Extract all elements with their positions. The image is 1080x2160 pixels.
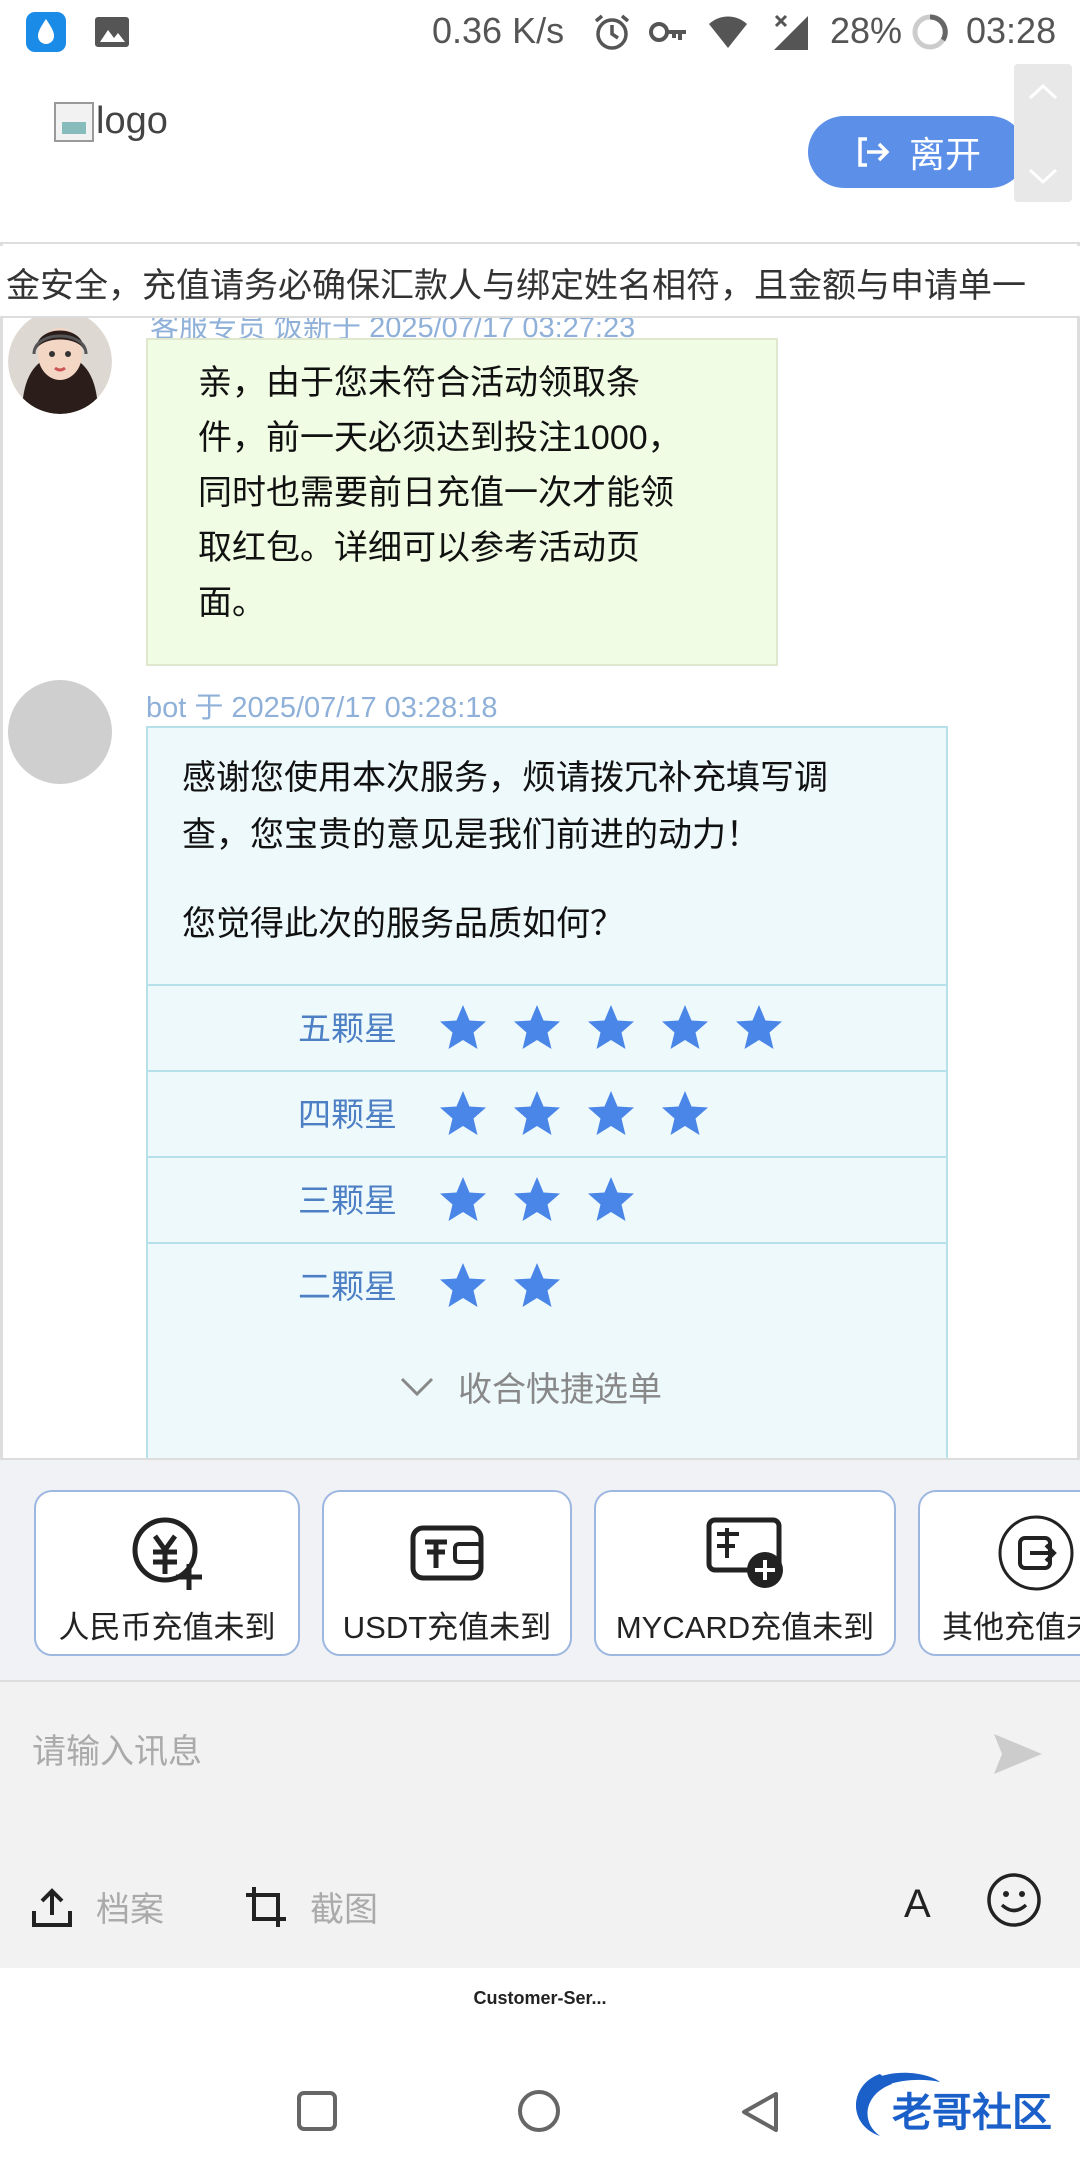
star-group (438, 1261, 562, 1311)
battery-percent: 28% (830, 10, 903, 51)
message-line: 查，您宝贵的意见是我们前进的动力！ (182, 816, 760, 854)
bot-avatar (8, 680, 112, 784)
signal-icon (774, 14, 808, 50)
star-icon (514, 1177, 560, 1221)
announcement-marquee: 金安全，充值请务必确保汇款人与绑定姓名相符，且金额与申请单一 (0, 246, 1080, 318)
star-icon (440, 1005, 486, 1049)
star-icon (440, 1177, 486, 1221)
upload-file-button[interactable]: 档案 (30, 1882, 164, 1931)
star-icon (736, 1005, 782, 1049)
quick-option-mycard-deposit[interactable]: MYCARD充值未到 (594, 1490, 896, 1656)
star-icon (662, 1091, 708, 1135)
chat-messages[interactable]: 客服专员 饭新于 2025/07/17 03:27:23 亲，由于您未符合活动领… (4, 318, 1076, 1458)
wifi-icon (709, 16, 747, 48)
scroll-arrows-icon (1028, 83, 1058, 185)
site-logo: logo (54, 100, 168, 143)
message-line: 同时也需要前日充值一次才能领 (198, 474, 674, 512)
vpn-key-icon (649, 22, 686, 42)
status-bar: 0.36 K/s 28% 03:28 (0, 0, 1080, 64)
rating-label: 二颗星 (298, 1267, 397, 1305)
rating-label: 三颗星 (298, 1181, 397, 1219)
star-group (438, 1003, 784, 1053)
star-icon (662, 1005, 708, 1049)
star-icon (588, 1177, 634, 1221)
quick-option-label: MYCARD充值未到 (615, 1610, 875, 1645)
rating-option-2[interactable]: 二颗星 (148, 1242, 946, 1328)
quick-option-label: 其他充值未 (942, 1610, 1080, 1645)
rating-option-3[interactable]: 三颗星 (148, 1156, 946, 1242)
rating-label: 四颗星 (298, 1095, 397, 1133)
system-nav-bar: 老哥社区 (0, 2050, 1080, 2160)
message-line: 件，前一天必须达到投注1000， (198, 419, 682, 457)
collapse-label: 收合快捷选单 (458, 1371, 662, 1409)
send-icon[interactable] (990, 1726, 1046, 1782)
gallery-icon (95, 17, 129, 47)
card-add-icon (706, 1517, 783, 1588)
clock: 03:28 (966, 10, 1057, 51)
dragon-watermark-icon: 老哥社区 (855, 2072, 1052, 2136)
quick-option-usdt-deposit[interactable]: USDT充值未到 (322, 1490, 572, 1656)
drop-app-icon (26, 12, 66, 52)
home-icon[interactable] (516, 2088, 562, 2134)
star-group (438, 1175, 636, 1225)
battery-icon (912, 14, 948, 50)
broken-image-icon (54, 101, 94, 142)
rating-option-4[interactable]: 四颗星 (148, 1070, 946, 1156)
watermark-text: 老哥社区 (892, 2090, 1052, 2136)
emoji-icon[interactable] (986, 1872, 1042, 1928)
network-speed: 0.36 K/s (432, 10, 565, 51)
font-icon: A (904, 1882, 931, 1926)
logo-alt-text: logo (96, 100, 168, 142)
message-line: 取红包。详细可以参考活动页 (198, 529, 640, 567)
star-icon (440, 1263, 486, 1307)
star-icon (588, 1091, 634, 1135)
message-line: 您觉得此次的服务品质如何？ (182, 905, 624, 943)
leave-label: 离开 (908, 134, 981, 175)
quick-options-bar: 人民币充值未到 USDT充值未到 MYCARD充值未到 其他充值未 (0, 1458, 1080, 1680)
collapse-quick-menu[interactable]: 收合快捷选单 (400, 1362, 662, 1411)
quick-option-label: USDT充值未到 (342, 1610, 552, 1645)
wallet-icon (410, 1525, 484, 1581)
message-line: 面。 (198, 584, 266, 622)
app-window-label: Customer-Ser... (473, 1988, 607, 2008)
screenshot-label: 截图 (310, 1891, 378, 1929)
quick-option-rmb-deposit[interactable]: 人民币充值未到 (34, 1490, 300, 1656)
star-icon (514, 1263, 560, 1307)
star-icon (514, 1091, 560, 1135)
chevron-down-icon (400, 1377, 434, 1396)
star-icon (440, 1091, 486, 1135)
message-composer: 档案 截图 A (0, 1680, 1080, 1968)
quick-option-other-deposit[interactable]: 其他充值未 (918, 1490, 1080, 1656)
back-icon[interactable] (738, 2090, 780, 2134)
announcement-text: 金安全，充值请务必确保汇款人与绑定姓名相符，且金额与申请单一 (6, 267, 1026, 305)
font-button[interactable]: A (904, 1882, 931, 1927)
logout-icon (858, 137, 890, 167)
star-icon (514, 1005, 560, 1049)
message-line: 亲，由于您未符合活动领取条 (198, 364, 640, 402)
bot-message-bubble: 感谢您使用本次服务，烦请拨冗补充填写调 查，您宝贵的意见是我们前进的动力！ 您觉… (146, 726, 948, 1458)
agent-avatar (8, 318, 112, 414)
alarm-icon (594, 14, 630, 50)
upload-icon (32, 1887, 72, 1927)
exit-box-icon (998, 1515, 1074, 1591)
recents-icon[interactable] (296, 2090, 338, 2132)
star-group (438, 1089, 710, 1139)
message-input[interactable] (32, 1722, 932, 1782)
message-line: 感谢您使用本次服务，烦请拨冗补充填写调 (182, 759, 828, 797)
leave-button[interactable]: 离开 (808, 116, 1026, 188)
rating-option-5[interactable]: 五颗星 (148, 984, 946, 1070)
rating-label: 五颗星 (298, 1009, 397, 1047)
star-icon (588, 1005, 634, 1049)
agent-message-bubble: 亲，由于您未符合活动领取条 件，前一天必须达到投注1000， 同时也需要前日充值… (146, 338, 778, 666)
bot-message-meta: bot 于 2025/07/17 03:28:18 (146, 692, 498, 724)
screenshot-button[interactable]: 截图 (244, 1882, 378, 1931)
crop-icon (246, 1886, 286, 1927)
yuan-add-icon (132, 1517, 202, 1590)
watermark-logo: 老哥社区 (840, 2064, 1076, 2150)
upload-file-label: 档案 (96, 1891, 164, 1929)
quick-option-label: 人民币充值未到 (58, 1610, 276, 1645)
frame-scroll-control[interactable] (1014, 64, 1072, 202)
